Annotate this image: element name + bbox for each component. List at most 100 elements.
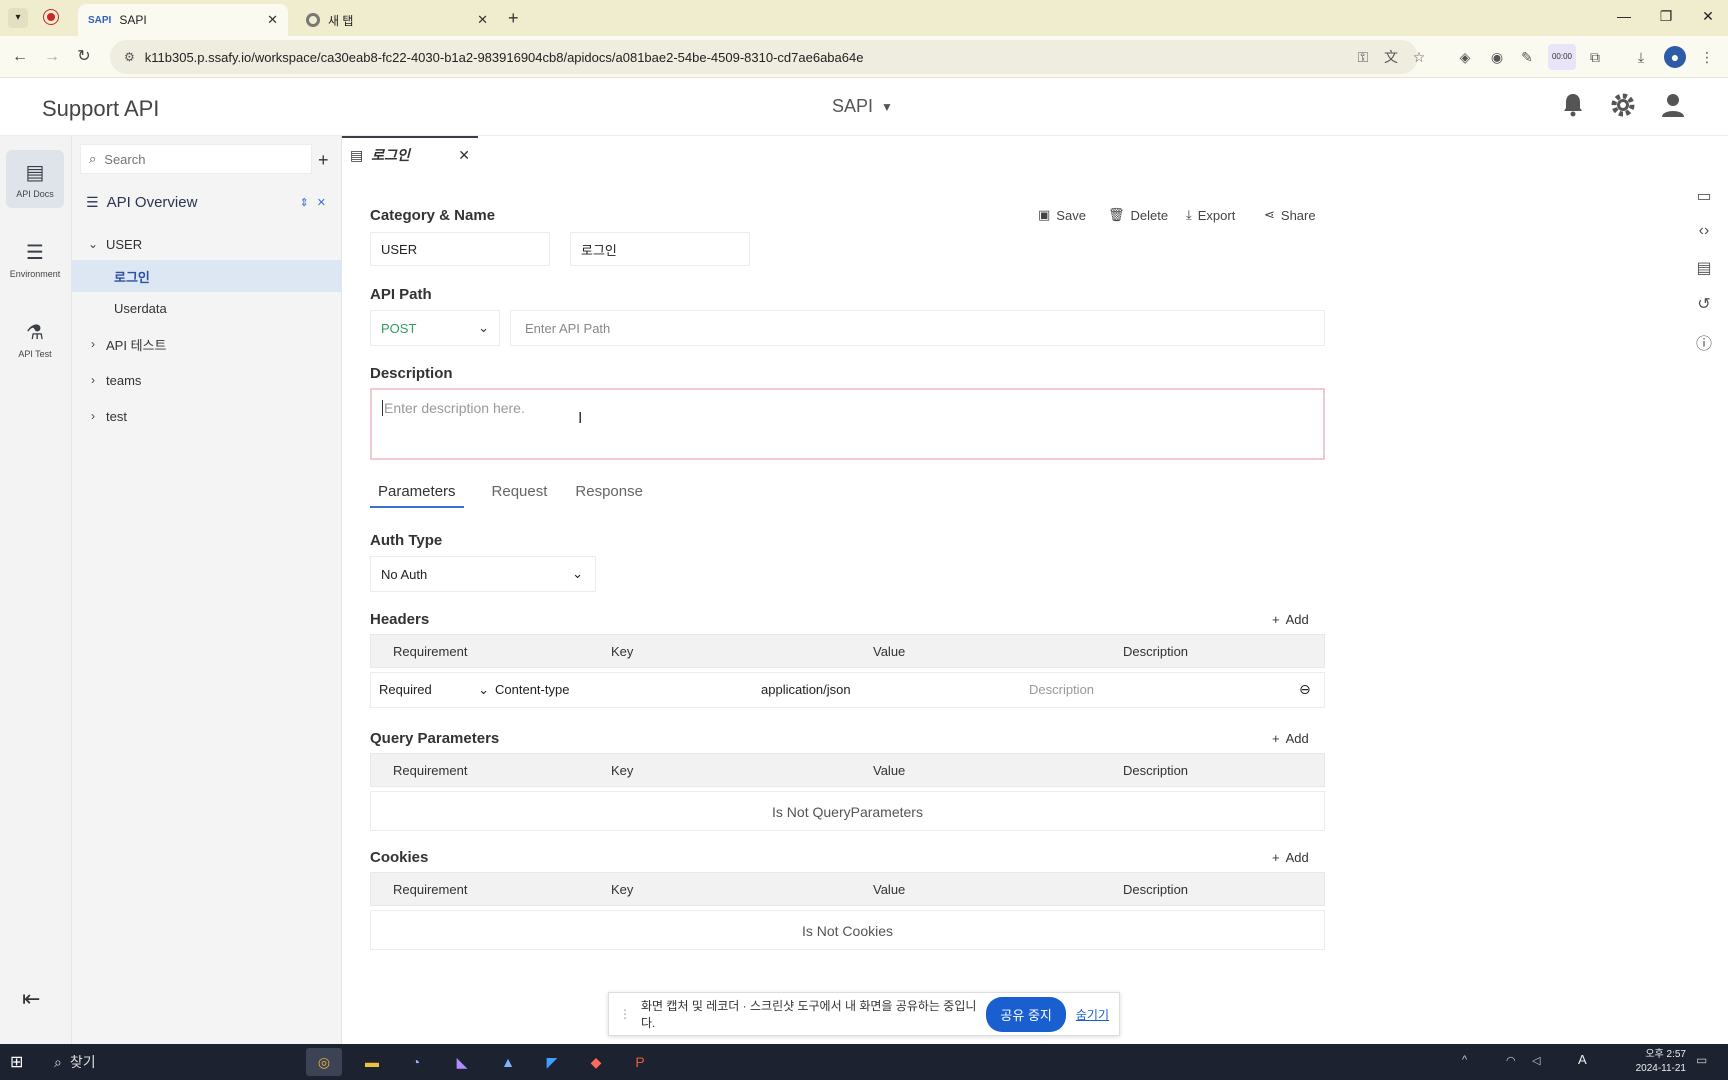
- tree-folder-api-test[interactable]: › API 테스트: [72, 328, 342, 360]
- expand-all-icon[interactable]: ⇕: [300, 196, 309, 209]
- browser-tab-new[interactable]: 새 탭 ✕: [296, 4, 498, 36]
- collapse-all-icon[interactable]: ✕: [317, 196, 326, 209]
- back-icon[interactable]: ←: [8, 45, 32, 69]
- browser-tab-sapi[interactable]: SAPI SAPI ✕: [78, 4, 288, 36]
- rail-item-api-test[interactable]: ⚗ API Test: [6, 310, 64, 368]
- bookmark-star-icon[interactable]: ☆: [1408, 46, 1430, 68]
- remove-row-icon[interactable]: ⊖: [1299, 681, 1311, 698]
- bell-icon[interactable]: [1558, 92, 1588, 122]
- restore-icon[interactable]: ❐: [1646, 8, 1686, 25]
- screen-share-banner: ⋮ 화면 캡처 및 레코더 · 스크린샷 도구에서 내 화면을 공유하는 중입니…: [608, 992, 1120, 1036]
- editor-tab-login[interactable]: ▤ 로그인 ✕: [342, 136, 478, 172]
- name-input[interactable]: 로그인: [570, 232, 750, 266]
- comment-icon[interactable]: ▭: [1692, 186, 1716, 210]
- extensions-puzzle-icon[interactable]: ⧉: [1584, 46, 1606, 68]
- tree-item-userdata[interactable]: Userdata: [72, 292, 342, 324]
- close-icon[interactable]: ✕: [458, 147, 470, 164]
- notification-center-icon[interactable]: ▭: [1696, 1053, 1707, 1067]
- info-icon[interactable]: ⓘ: [1692, 330, 1716, 354]
- settings-gear-icon[interactable]: [1608, 92, 1638, 122]
- delete-button[interactable]: 🗑 Delete: [1108, 207, 1168, 223]
- close-icon[interactable]: ✕: [267, 12, 278, 28]
- tray-volume-icon[interactable]: ◁: [1532, 1054, 1540, 1067]
- chrome-icon: [306, 13, 320, 27]
- recording-timer[interactable]: 00:00: [1548, 44, 1576, 70]
- description-textarea[interactable]: Enter description here.: [370, 388, 1325, 460]
- rail-item-api-docs[interactable]: ▤ API Docs: [6, 150, 64, 208]
- auth-type-select[interactable]: No Auth ⌄: [370, 556, 596, 592]
- figma-icon[interactable]: ◆: [578, 1048, 614, 1076]
- tray-chevron-icon[interactable]: ^: [1462, 1054, 1467, 1066]
- requirement-select[interactable]: Required ⌄: [379, 682, 489, 698]
- drag-handle-icon[interactable]: ⋮: [619, 1007, 631, 1021]
- tray-network-icon[interactable]: ◠: [1506, 1054, 1516, 1067]
- reload-icon[interactable]: ↻: [72, 45, 96, 69]
- method-select[interactable]: POST ⌄: [370, 310, 500, 346]
- window-close-icon[interactable]: ✕: [1688, 8, 1728, 25]
- new-tab-icon[interactable]: +: [508, 8, 519, 29]
- tab-response[interactable]: Response: [575, 483, 643, 508]
- code-icon[interactable]: ‹›: [1692, 222, 1716, 246]
- save-button[interactable]: ▣ Save: [1038, 207, 1086, 223]
- windows-start-icon[interactable]: ⊞: [10, 1052, 23, 1072]
- record-icon[interactable]: [44, 10, 58, 24]
- user-icon[interactable]: [1658, 92, 1688, 122]
- vscode-icon[interactable]: ◤: [534, 1048, 570, 1076]
- history-icon[interactable]: ↺: [1692, 294, 1716, 318]
- tab-parameters[interactable]: Parameters: [370, 483, 464, 508]
- download-icon[interactable]: ⤓: [1630, 46, 1652, 68]
- header-key-input[interactable]: Content-type: [495, 682, 569, 697]
- profile-avatar-icon[interactable]: ●: [1664, 46, 1686, 68]
- col-description: Description: [1123, 644, 1189, 659]
- stop-sharing-button[interactable]: 공유 중지: [986, 996, 1066, 1032]
- api-overview[interactable]: ☰ API Overview ⇕ ✕: [86, 194, 336, 211]
- address-bar[interactable]: ⚙ k11b305.p.ssafy.io/workspace/ca30eab8-…: [110, 40, 1418, 74]
- chevron-down-icon: ⌄: [572, 566, 583, 581]
- clock-app-icon[interactable]: ◔: [398, 1048, 434, 1076]
- add-header-button[interactable]: + Add: [1272, 612, 1309, 627]
- taskbar-search[interactable]: ⌕ 찾기: [44, 1048, 296, 1076]
- tree-item-login[interactable]: 로그인: [72, 260, 342, 292]
- sidebar: ⌕ + ☰ API Overview ⇕ ✕ ⌄ USER 로그인 Userda…: [72, 136, 342, 1044]
- tree-folder-test[interactable]: › test: [72, 400, 342, 432]
- header-value-input[interactable]: application/json: [761, 682, 851, 697]
- document-icon[interactable]: ▤: [1692, 258, 1716, 282]
- visual-studio-icon[interactable]: ◣: [444, 1048, 480, 1076]
- color-picker-icon[interactable]: ✎: [1516, 46, 1538, 68]
- tab-search-icon[interactable]: ▾: [8, 8, 28, 28]
- add-cookie-button[interactable]: + Add: [1272, 850, 1309, 865]
- tree-folder-teams[interactable]: › teams: [72, 364, 342, 396]
- ime-indicator-icon[interactable]: A: [1578, 1052, 1587, 1067]
- workspace-select[interactable]: SAPI ▼: [832, 96, 893, 117]
- android-studio-icon[interactable]: ▲: [490, 1048, 526, 1076]
- camera-icon[interactable]: ◉: [1486, 46, 1508, 68]
- file-explorer-icon[interactable]: ▬: [354, 1048, 390, 1076]
- header-description-input[interactable]: Description: [1029, 682, 1094, 697]
- add-query-button[interactable]: + Add: [1272, 731, 1309, 746]
- extension-icon[interactable]: ◈: [1454, 46, 1476, 68]
- export-button[interactable]: ⤓ Export: [1186, 207, 1235, 223]
- rail-item-environment[interactable]: ☰ Environment: [6, 230, 64, 288]
- share-button[interactable]: ⋖ Share: [1264, 207, 1316, 223]
- browser-menu-icon[interactable]: ⋮: [1696, 46, 1718, 68]
- password-key-icon[interactable]: ⚿: [1352, 46, 1374, 68]
- hide-banner-link[interactable]: 숨기기: [1076, 1006, 1109, 1023]
- add-item-icon[interactable]: +: [318, 150, 329, 171]
- forward-icon[interactable]: →: [40, 45, 64, 69]
- category-input[interactable]: USER: [370, 232, 550, 266]
- chrome-taskbar-icon[interactable]: ◎: [306, 1048, 342, 1076]
- translate-icon[interactable]: 文: [1380, 46, 1402, 68]
- powerpoint-icon[interactable]: P: [622, 1048, 658, 1076]
- tree-folder-user[interactable]: ⌄ USER: [72, 228, 342, 260]
- minimize-icon[interactable]: —: [1604, 8, 1644, 24]
- search-input[interactable]: [104, 151, 295, 167]
- chevron-right-icon: ›: [91, 409, 95, 423]
- tab-request[interactable]: Request: [492, 483, 548, 508]
- share-label: Share: [1280, 207, 1316, 223]
- api-path-input[interactable]: Enter API Path: [510, 310, 1325, 346]
- site-info-icon[interactable]: ⚙: [124, 50, 135, 64]
- logout-icon[interactable]: ⇤: [22, 986, 40, 1012]
- taskbar-clock[interactable]: 오후 2:57 2024-11-21: [1606, 1048, 1686, 1076]
- editor-tab-title: 로그인: [371, 147, 410, 163]
- close-icon[interactable]: ✕: [477, 12, 488, 28]
